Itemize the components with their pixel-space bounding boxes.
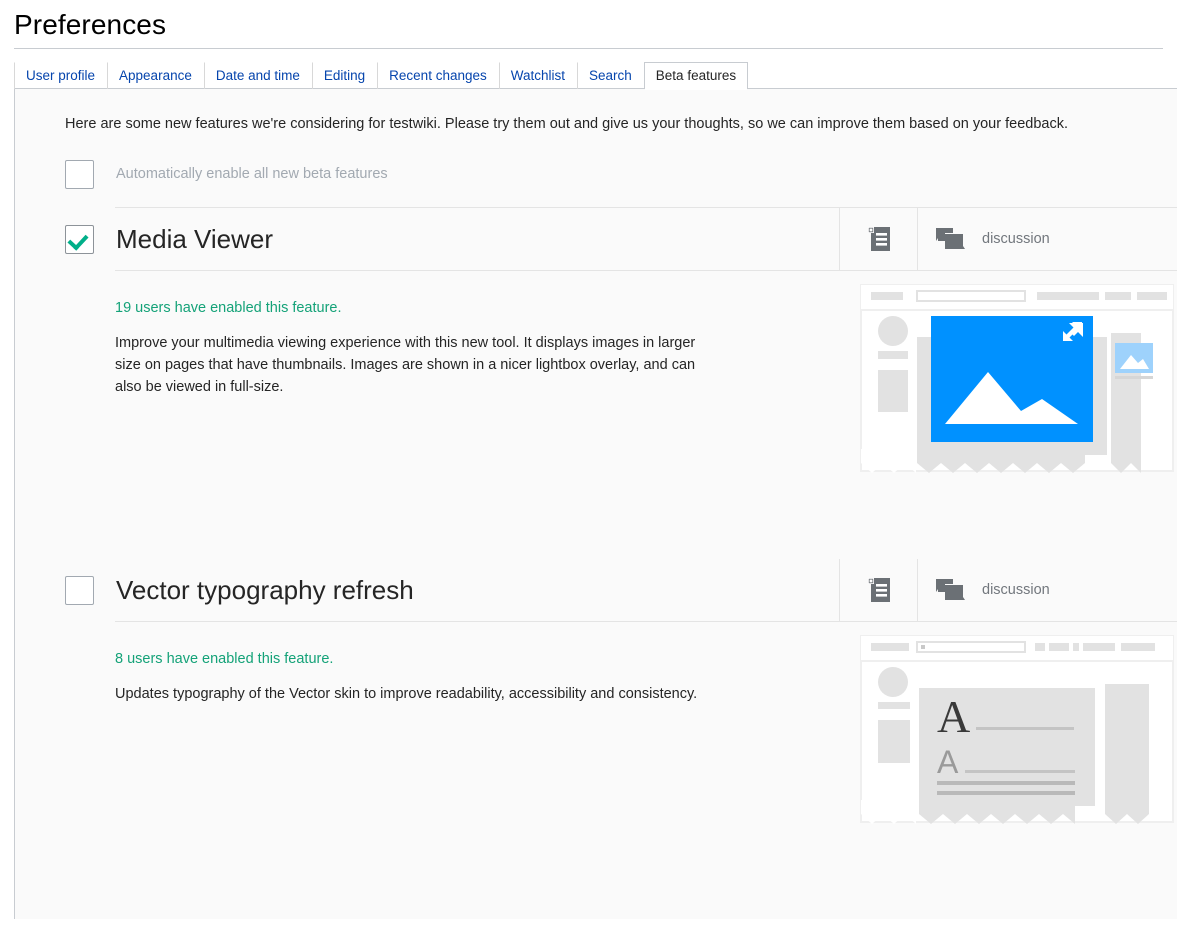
feature-header: Media Viewer [15,208,1177,270]
tab-editing[interactable]: Editing [312,62,377,89]
tab-appearance[interactable]: Appearance [107,62,204,89]
discussion-label: discussion [982,582,1050,598]
discussion-bubbles-icon[interactable] [936,579,966,601]
feature-vector-typography-refresh: Vector typography refresh [15,559,1177,878]
auto-enable-row: Automatically enable all new beta featur… [15,135,1177,191]
feature-body: 19 users have enabled this feature. Impr… [15,271,1177,481]
preferences-tabs: User profileAppearanceDate and timeEditi… [14,62,1177,89]
feature-spacer [15,832,1177,878]
auto-enable-label: Automatically enable all new beta featur… [116,164,388,184]
vector-typography-preview-image: A A [857,622,1177,832]
feature-spacer [15,481,1177,559]
feature-description: Improve your multimedia viewing experien… [115,332,720,398]
feature-header-right: discussion [839,208,1177,270]
feature-text-column: 19 users have enabled this feature. Impr… [115,271,857,398]
beta-features-panel: Here are some new features we're conside… [14,89,1177,919]
svg-text:A: A [937,744,959,780]
tab-date-and-time[interactable]: Date and time [204,62,312,89]
feature-info-cell[interactable] [839,559,917,621]
feature-discussion-cell[interactable]: discussion [917,208,1177,270]
feature-header-right: discussion [839,559,1177,621]
tab-beta-features[interactable]: Beta features [644,62,748,89]
feature-header-left: Vector typography refresh [65,559,839,621]
discussion-bubbles-icon[interactable] [936,228,966,250]
auto-enable-checkbox[interactable] [65,160,94,189]
beta-intro-text: Here are some new features we're conside… [15,89,1177,135]
title-divider [14,48,1163,49]
feature-media-viewer: Media Viewer [15,208,1177,559]
media-viewer-preview-image [857,271,1177,481]
enabled-count: 8 users have enabled this feature. [115,650,857,669]
tab-search[interactable]: Search [577,62,644,89]
feature-info-cell[interactable] [839,208,917,270]
enabled-count: 19 users have enabled this feature. [115,299,857,318]
feature-header: Vector typography refresh [15,559,1177,621]
info-document-icon[interactable] [868,578,890,602]
feature-description: Updates typography of the Vector skin to… [115,683,720,705]
tab-user-profile[interactable]: User profile [14,62,107,89]
feature-header-left: Media Viewer [65,208,839,270]
feature-title: Vector typography refresh [116,574,414,606]
discussion-label: discussion [982,231,1050,247]
feature-body: 8 users have enabled this feature. Updat… [15,622,1177,832]
tab-watchlist[interactable]: Watchlist [499,62,577,89]
svg-text:A: A [937,691,970,742]
feature-discussion-cell[interactable]: discussion [917,559,1177,621]
feature-text-column: 8 users have enabled this feature. Updat… [115,622,857,705]
page-title: Preferences [0,0,1177,48]
feature-checkbox-media-viewer[interactable] [65,225,94,254]
info-document-icon[interactable] [868,227,890,251]
feature-title: Media Viewer [116,223,273,255]
feature-checkbox-vector-typography[interactable] [65,576,94,605]
tab-recent-changes[interactable]: Recent changes [377,62,499,89]
